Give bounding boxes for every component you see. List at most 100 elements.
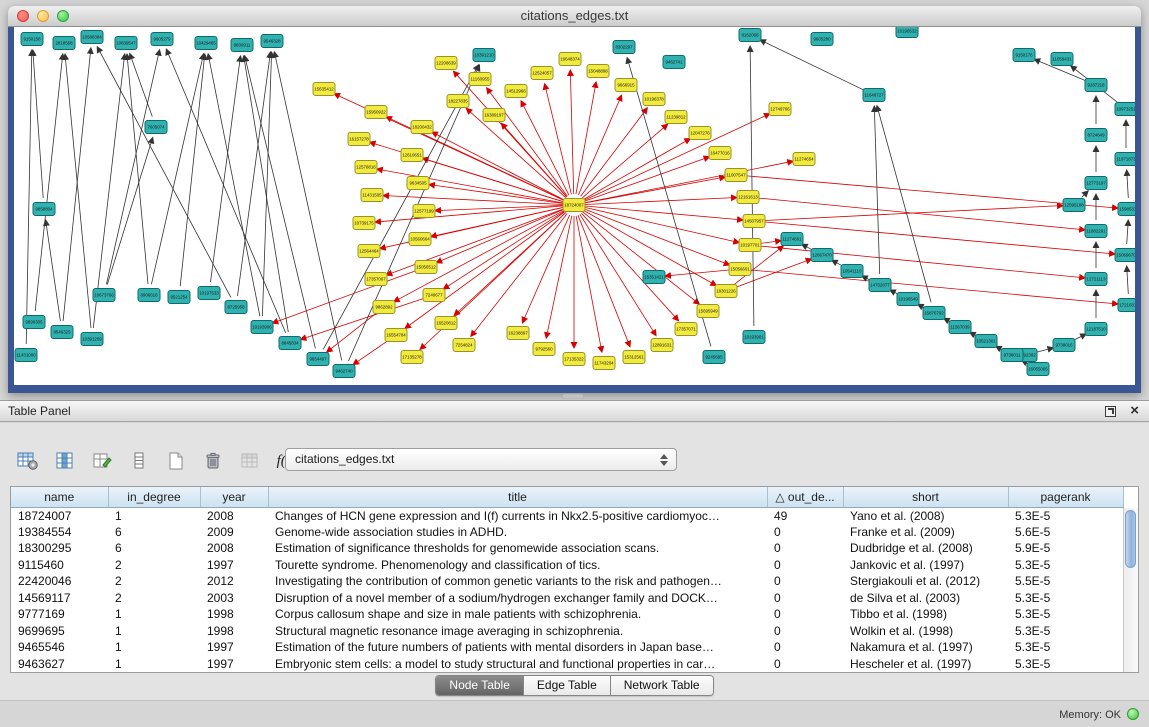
- graph-node[interactable]: 9634505: [407, 177, 429, 190]
- graph-node[interactable]: 8800911: [231, 39, 253, 52]
- graph-node[interactable]: 9245695: [703, 351, 725, 364]
- graph-node[interactable]: 11431505: [361, 189, 383, 202]
- table-cell[interactable]: 0: [767, 540, 843, 557]
- graph-node[interactable]: 12667470: [811, 249, 833, 262]
- graph-node[interactable]: 12161613: [737, 191, 759, 204]
- graph-node[interactable]: 18200432: [411, 121, 433, 134]
- graph-node[interactable]: 10196378: [643, 93, 665, 106]
- table-cell[interactable]: 2: [108, 573, 200, 590]
- graph-node[interactable]: 9546328: [261, 35, 283, 48]
- graph-node[interactable]: 10197701: [739, 239, 761, 252]
- new-table-button[interactable]: [162, 448, 190, 474]
- graph-node[interactable]: 12208639: [435, 57, 457, 70]
- rows-button[interactable]: [125, 448, 153, 474]
- graph-node[interactable]: 15056512: [415, 261, 437, 274]
- table-cell[interactable]: 0: [767, 623, 843, 640]
- table-cell[interactable]: 18724007: [11, 507, 108, 524]
- graph-node[interactable]: 8906616: [138, 289, 160, 302]
- graph-node[interactable]: 10839547: [115, 37, 137, 50]
- table-row[interactable]: 1830029562008Estimation of significance …: [11, 540, 1123, 557]
- table-row[interactable]: 1456911722003Disruption of a novel membe…: [11, 590, 1123, 607]
- graph-node[interactable]: 14512966: [505, 85, 527, 98]
- graph-node[interactable]: 18227835: [447, 95, 469, 108]
- graph-node[interactable]: 7605074: [145, 121, 167, 134]
- graph-node[interactable]: 15876792: [923, 307, 945, 320]
- table-cell[interactable]: Dudbridge et al. (2008): [843, 540, 1008, 557]
- import-table-button[interactable]: [236, 448, 264, 474]
- table-cell[interactable]: 5.6E-5: [1008, 524, 1123, 541]
- graph-node[interactable]: 9738011: [1001, 349, 1023, 362]
- graph-node[interactable]: 15695949: [697, 305, 719, 318]
- table-row[interactable]: 1872400712008Changes of HCN gene express…: [11, 507, 1123, 524]
- column-header-year[interactable]: year: [200, 487, 268, 507]
- column-header-in-degree[interactable]: in_degree: [108, 487, 200, 507]
- table-cell[interactable]: 5.3E-5: [1008, 557, 1123, 574]
- table-row[interactable]: 977716911998Corpus callosum shape and si…: [11, 606, 1123, 623]
- table-row[interactable]: 946554611997Estimation of the future num…: [11, 639, 1123, 656]
- graph-node[interactable]: 9462740: [333, 365, 355, 378]
- graph-node[interactable]: 15048898: [587, 65, 609, 78]
- table-cell[interactable]: 1998: [200, 623, 268, 640]
- graph-node[interactable]: 11274661: [781, 233, 803, 246]
- graph-node[interactable]: 7240677: [423, 289, 445, 302]
- graph-node[interactable]: 10739175: [353, 217, 375, 230]
- table-cell[interactable]: 0: [767, 524, 843, 541]
- table-cell[interactable]: 9699695: [11, 623, 108, 640]
- graph-node[interactable]: 10429485: [195, 37, 217, 50]
- graph-node[interactable]: 10391209: [81, 333, 103, 346]
- graph-node[interactable]: 11743204: [593, 357, 615, 370]
- table-cell[interactable]: 2009: [200, 524, 268, 541]
- table-cell[interactable]: 2: [108, 590, 200, 607]
- table-cell[interactable]: Corpus callosum shape and size in male p…: [268, 606, 767, 623]
- graph-node[interactable]: 11567039: [949, 321, 971, 334]
- table-cell[interactable]: Stergiakouli et al. (2012): [843, 573, 1008, 590]
- table-row[interactable]: 946362711997Embryonic stem cells: a mode…: [11, 656, 1123, 673]
- graph-node[interactable]: 16554784: [385, 329, 407, 342]
- graph-node[interactable]: 12773197: [1085, 177, 1107, 190]
- table-cell[interactable]: Investigating the contribution of common…: [268, 573, 767, 590]
- table-cell[interactable]: 6: [108, 524, 200, 541]
- graph-node[interactable]: 9858804: [33, 203, 55, 216]
- table-cell[interactable]: 9463627: [11, 656, 108, 673]
- graph-node[interactable]: 10196549: [897, 293, 919, 306]
- graph-node[interactable]: 11059431: [1051, 53, 1073, 66]
- graph-node[interactable]: 9738016: [1053, 339, 1075, 352]
- table-cell[interactable]: Tourette syndrome. Phenomenology and cla…: [268, 557, 767, 574]
- float-panel-icon[interactable]: [1105, 406, 1116, 417]
- graph-node[interactable]: 12524057: [531, 67, 553, 80]
- graph-node[interactable]: 10197533: [198, 287, 220, 300]
- graph-node[interactable]: 17357071: [675, 323, 697, 336]
- table-cell[interactable]: 0: [767, 656, 843, 673]
- graph-node[interactable]: 12564464: [358, 245, 380, 258]
- column-header-short[interactable]: short: [843, 487, 1008, 507]
- table-cell[interactable]: 1997: [200, 656, 268, 673]
- graph-node[interactable]: 16520812: [435, 317, 457, 330]
- graph-node[interactable]: 10673766: [93, 289, 115, 302]
- table-cell[interactable]: 5.3E-5: [1008, 507, 1123, 524]
- table-cell[interactable]: 5.3E-5: [1008, 623, 1123, 640]
- graph-node[interactable]: 17135278: [401, 351, 423, 364]
- graph-node[interactable]: 18301226: [715, 285, 737, 298]
- graph-node[interactable]: 11882291: [1085, 225, 1107, 238]
- edit-table-button[interactable]: [88, 448, 116, 474]
- graph-node[interactable]: 12187510: [1085, 323, 1107, 336]
- graph-node[interactable]: 15069670: [1115, 249, 1135, 262]
- graph-node[interactable]: 9605280: [811, 33, 833, 46]
- graph-node[interactable]: 11431000: [15, 349, 37, 362]
- graph-node[interactable]: 11274654: [793, 153, 815, 166]
- graph-node[interactable]: 15635412: [313, 83, 335, 96]
- graph-node[interactable]: 10193906: [251, 321, 273, 334]
- table-cell[interactable]: 2008: [200, 540, 268, 557]
- table-cell[interactable]: Franke et al. (2009): [843, 524, 1008, 541]
- graph-node[interactable]: 17357067: [365, 273, 387, 286]
- table-cell[interactable]: 2008: [200, 507, 268, 524]
- table-cell[interactable]: 5.3E-5: [1008, 656, 1123, 673]
- graph-node[interactable]: 11239812: [665, 111, 687, 124]
- table-cell[interactable]: Nakamura et al. (1997): [843, 639, 1008, 656]
- graph-node[interactable]: 14507957: [743, 215, 765, 228]
- column-header-name[interactable]: name: [11, 487, 108, 507]
- graph-node[interactable]: 10391210: [473, 49, 495, 62]
- graph-node[interactable]: 14702877: [869, 279, 891, 292]
- table-cell[interactable]: Jankovic et al. (1997): [843, 557, 1008, 574]
- graph-node[interactable]: 11971873: [1115, 153, 1135, 166]
